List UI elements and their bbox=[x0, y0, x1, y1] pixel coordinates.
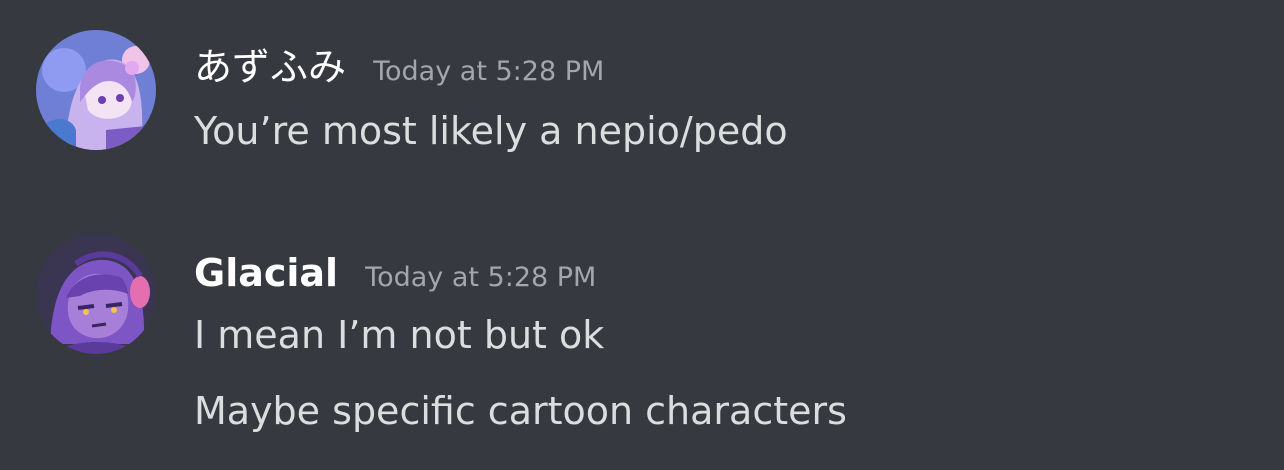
timestamp[interactable]: Today at 5:28 PM bbox=[373, 56, 604, 87]
user-avatar[interactable] bbox=[36, 234, 156, 354]
message-header: あずふみ Today at 5:28 PM bbox=[194, 42, 604, 92]
message-text: I mean I’m not but ok bbox=[194, 313, 605, 357]
anime-avatar-icon bbox=[36, 30, 156, 150]
username[interactable]: Glacial bbox=[194, 251, 338, 295]
message-header: Glacial Today at 5:28 PM bbox=[194, 248, 596, 298]
message-text: You’re most likely a nepio/pedo bbox=[194, 109, 788, 153]
username[interactable]: あずふみ bbox=[194, 45, 346, 89]
message-text: Maybe specific cartoon characters bbox=[194, 389, 847, 433]
cartoon-avatar-icon bbox=[36, 234, 156, 354]
user-avatar[interactable] bbox=[36, 30, 156, 150]
timestamp[interactable]: Today at 5:28 PM bbox=[365, 262, 596, 293]
